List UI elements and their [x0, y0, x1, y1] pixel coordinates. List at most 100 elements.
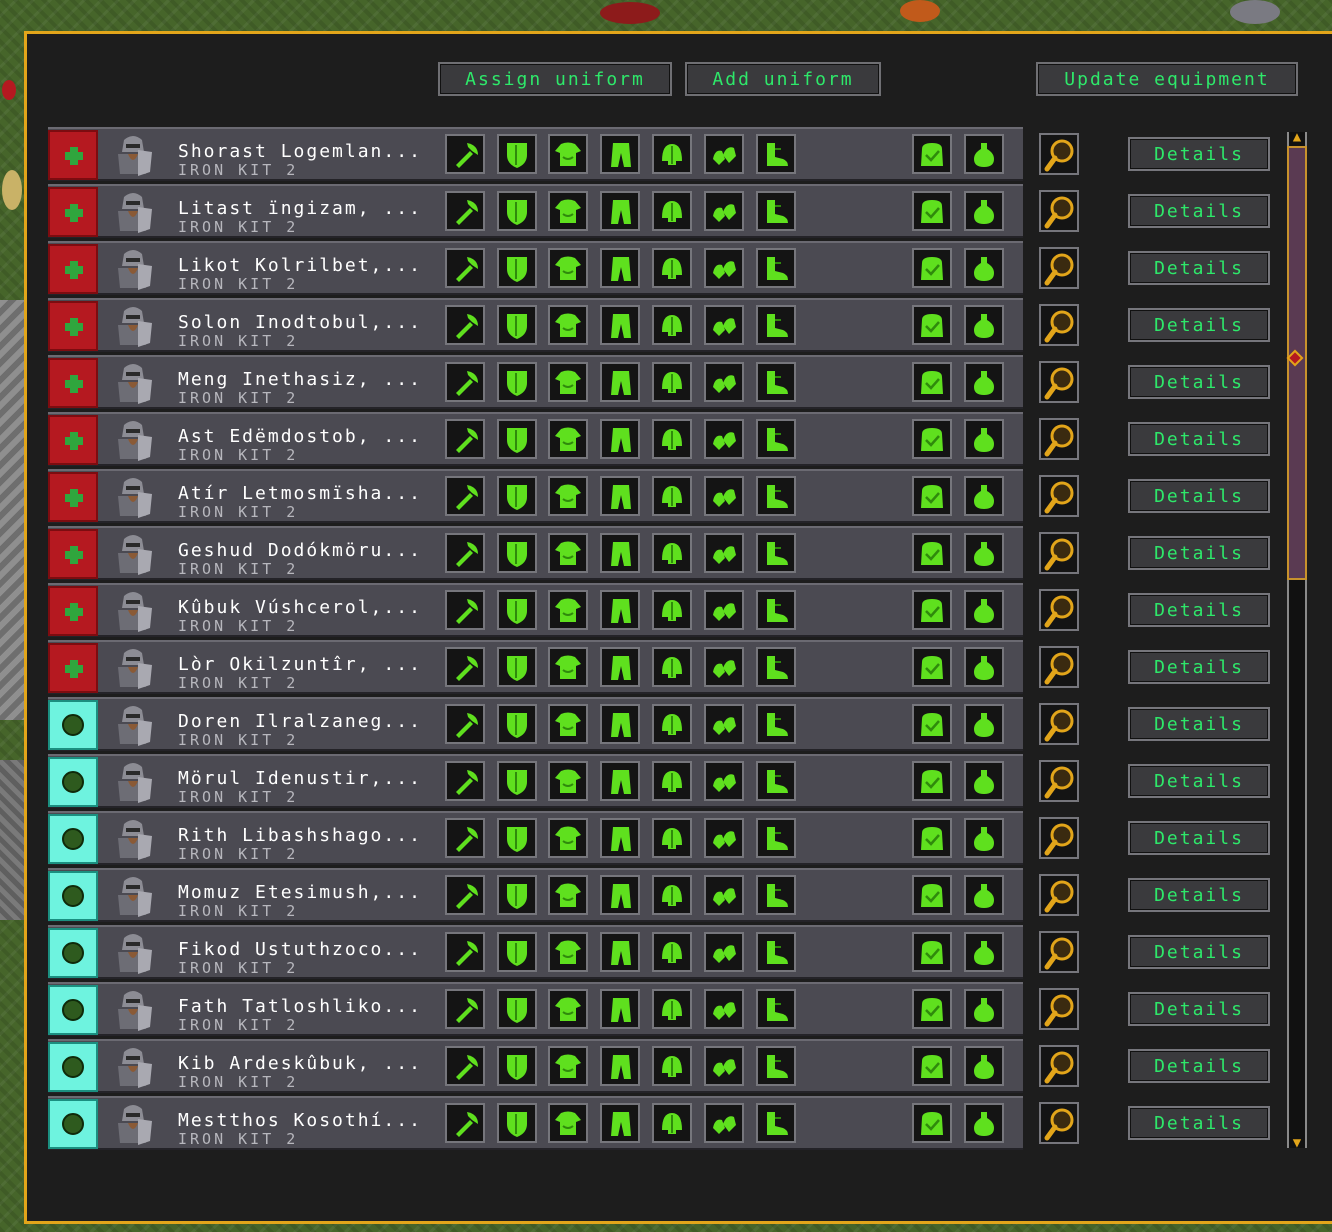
equipment-slot[interactable]	[912, 1046, 952, 1086]
equipment-slot[interactable]	[652, 761, 692, 801]
equipment-slot[interactable]	[548, 875, 588, 915]
equipment-slot[interactable]	[912, 362, 952, 402]
equipment-slot[interactable]	[497, 1046, 537, 1086]
equipment-slot[interactable]	[912, 932, 952, 972]
equipment-slot[interactable]	[704, 761, 744, 801]
details-button[interactable]: Details	[1128, 365, 1270, 399]
equipment-slot[interactable]	[652, 533, 692, 573]
equipment-slot[interactable]	[497, 134, 537, 174]
equipment-slot[interactable]	[704, 191, 744, 231]
equipment-slot[interactable]	[756, 191, 796, 231]
equipment-slot[interactable]	[548, 134, 588, 174]
equipment-slot[interactable]	[652, 1046, 692, 1086]
equipment-slot[interactable]	[704, 476, 744, 516]
equipment-slot[interactable]	[600, 419, 640, 459]
equipment-slot[interactable]	[600, 305, 640, 345]
magnifier-icon[interactable]	[1039, 646, 1079, 688]
equipment-slot[interactable]	[912, 647, 952, 687]
equipment-slot[interactable]	[964, 818, 1004, 858]
equipment-slot[interactable]	[497, 647, 537, 687]
status-circle-icon[interactable]	[48, 814, 98, 864]
status-cross-icon[interactable]	[48, 643, 98, 693]
equipment-slot[interactable]	[912, 1103, 952, 1143]
squad-member-row[interactable]: Ast Edëmdostob, ... IRON KIT 2	[48, 412, 1023, 466]
magnifier-icon[interactable]	[1039, 361, 1079, 403]
equipment-slot[interactable]	[756, 134, 796, 174]
equipment-slot[interactable]	[445, 1103, 485, 1143]
equipment-slot[interactable]	[600, 362, 640, 402]
equipment-slot[interactable]	[548, 989, 588, 1029]
equipment-slot[interactable]	[964, 704, 1004, 744]
equipment-slot[interactable]	[600, 704, 640, 744]
equipment-slot[interactable]	[704, 134, 744, 174]
equipment-slot[interactable]	[600, 1046, 640, 1086]
equipment-slot[interactable]	[548, 1103, 588, 1143]
equipment-slot[interactable]	[548, 818, 588, 858]
equipment-slot[interactable]	[445, 989, 485, 1029]
equipment-slot[interactable]	[964, 419, 1004, 459]
details-button[interactable]: Details	[1128, 479, 1270, 513]
status-circle-icon[interactable]	[48, 928, 98, 978]
squad-member-row[interactable]: Fath Tatloshliko... IRON KIT 2	[48, 982, 1023, 1036]
equipment-slot[interactable]	[704, 704, 744, 744]
equipment-slot[interactable]	[652, 191, 692, 231]
equipment-slot[interactable]	[497, 362, 537, 402]
equipment-slot[interactable]	[497, 1103, 537, 1143]
status-cross-icon[interactable]	[48, 301, 98, 351]
details-button[interactable]: Details	[1128, 764, 1270, 798]
status-cross-icon[interactable]	[48, 187, 98, 237]
status-cross-icon[interactable]	[48, 358, 98, 408]
squad-member-row[interactable]: Shorast Logemlan... IRON KIT 2	[48, 127, 1023, 181]
details-button[interactable]: Details	[1128, 194, 1270, 228]
equipment-slot[interactable]	[652, 932, 692, 972]
equipment-slot[interactable]	[652, 305, 692, 345]
equipment-slot[interactable]	[445, 134, 485, 174]
squad-member-row[interactable]: Kûbuk Vúshcerol,... IRON KIT 2	[48, 583, 1023, 637]
magnifier-icon[interactable]	[1039, 190, 1079, 232]
magnifier-icon[interactable]	[1039, 304, 1079, 346]
equipment-slot[interactable]	[912, 533, 952, 573]
equipment-slot[interactable]	[445, 761, 485, 801]
equipment-slot[interactable]	[704, 1103, 744, 1143]
equipment-slot[interactable]	[497, 761, 537, 801]
status-cross-icon[interactable]	[48, 529, 98, 579]
equipment-slot[interactable]	[445, 305, 485, 345]
equipment-slot[interactable]	[652, 704, 692, 744]
equipment-slot[interactable]	[652, 989, 692, 1029]
details-button[interactable]: Details	[1128, 308, 1270, 342]
magnifier-icon[interactable]	[1039, 475, 1079, 517]
equipment-slot[interactable]	[756, 818, 796, 858]
equipment-slot[interactable]	[964, 134, 1004, 174]
equipment-slot[interactable]	[704, 875, 744, 915]
equipment-slot[interactable]	[756, 305, 796, 345]
equipment-slot[interactable]	[652, 134, 692, 174]
equipment-slot[interactable]	[704, 818, 744, 858]
equipment-slot[interactable]	[548, 362, 588, 402]
equipment-slot[interactable]	[964, 533, 1004, 573]
equipment-slot[interactable]	[600, 932, 640, 972]
equipment-slot[interactable]	[652, 419, 692, 459]
equipment-slot[interactable]	[756, 362, 796, 402]
equipment-slot[interactable]	[445, 818, 485, 858]
squad-member-row[interactable]: Momuz Etesimush,... IRON KIT 2	[48, 868, 1023, 922]
equipment-slot[interactable]	[445, 647, 485, 687]
status-circle-icon[interactable]	[48, 1042, 98, 1092]
equipment-slot[interactable]	[964, 476, 1004, 516]
details-button[interactable]: Details	[1128, 593, 1270, 627]
equipment-slot[interactable]	[756, 647, 796, 687]
equipment-slot[interactable]	[652, 590, 692, 630]
equipment-slot[interactable]	[600, 590, 640, 630]
equipment-slot[interactable]	[704, 932, 744, 972]
equipment-slot[interactable]	[445, 932, 485, 972]
equipment-slot[interactable]	[497, 191, 537, 231]
equipment-slot[interactable]	[756, 476, 796, 516]
equipment-slot[interactable]	[445, 533, 485, 573]
equipment-slot[interactable]	[756, 875, 796, 915]
squad-member-row[interactable]: Mestthos Kosothí... IRON KIT 2	[48, 1096, 1023, 1150]
squad-member-row[interactable]: Atír Letmosmïsha... IRON KIT 2	[48, 469, 1023, 523]
equipment-slot[interactable]	[548, 1046, 588, 1086]
status-cross-icon[interactable]	[48, 415, 98, 465]
squad-member-row[interactable]: Mörul Idenustir,... IRON KIT 2	[48, 754, 1023, 808]
magnifier-icon[interactable]	[1039, 247, 1079, 289]
equipment-slot[interactable]	[600, 647, 640, 687]
